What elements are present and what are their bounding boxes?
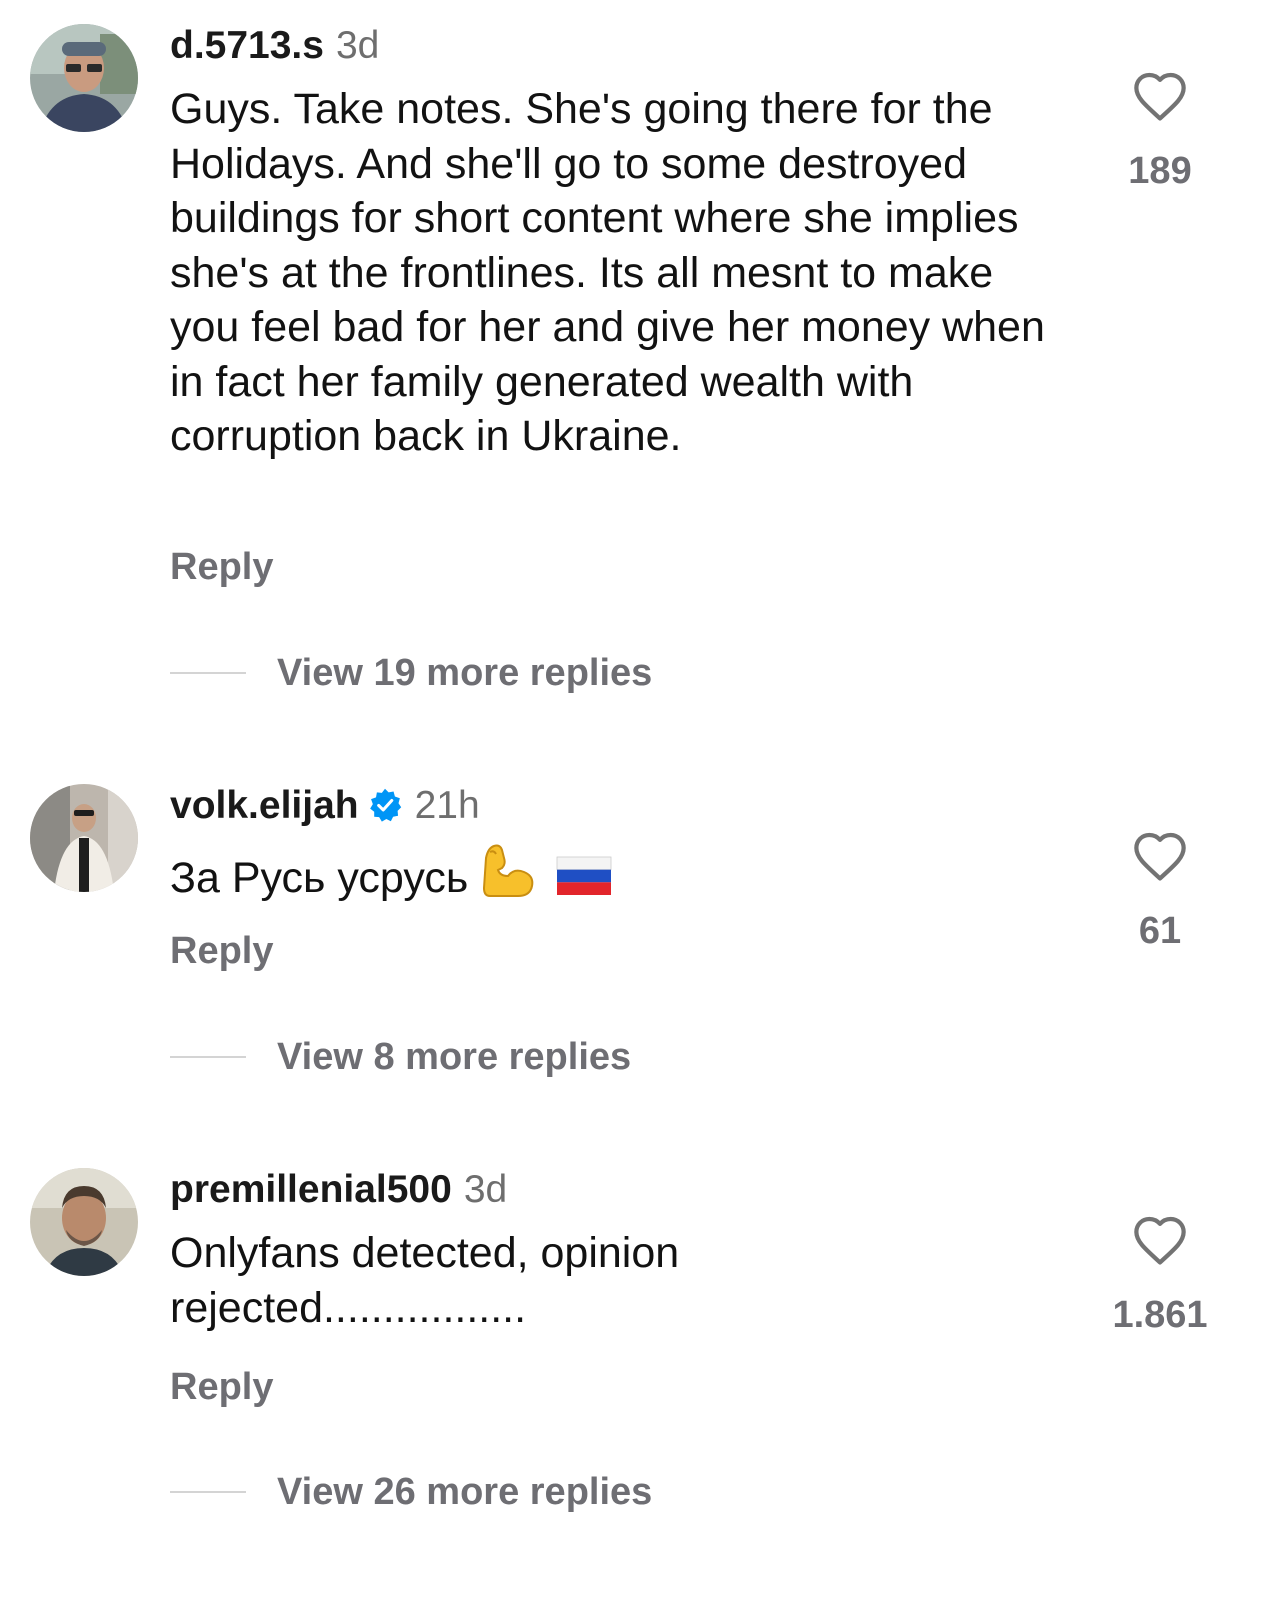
replies-divider [170, 1491, 246, 1493]
heart-outline-icon[interactable] [1131, 1214, 1189, 1266]
comment-meta: d.5713.s 3d [170, 24, 379, 68]
replies-divider [170, 672, 246, 674]
view-more-replies-label: View 8 more replies [277, 1036, 632, 1078]
comment-meta: premillenial500 3d [170, 1168, 507, 1212]
avatar-image [30, 1168, 138, 1276]
avatar[interactable] [30, 24, 138, 132]
view-more-replies-label: View 19 more replies [277, 652, 653, 694]
reply-button[interactable]: Reply [170, 546, 273, 589]
replies-divider [170, 1056, 246, 1058]
avatar[interactable] [30, 1168, 138, 1276]
like-count: 61 [1138, 910, 1182, 952]
view-more-replies-label: View 26 more replies [277, 1471, 653, 1513]
heart-outline-icon[interactable] [1131, 830, 1189, 882]
avatar[interactable] [30, 784, 138, 892]
username[interactable]: d.5713.s [170, 24, 324, 67]
flexed-biceps-icon [483, 844, 534, 897]
comment-meta: volk.elijah 21h [170, 784, 480, 828]
heart-outline-icon[interactable] [1131, 70, 1189, 122]
username[interactable]: premillenial500 [170, 1168, 452, 1211]
like-count: 1.861 [1112, 1294, 1208, 1336]
comment-text: За Русь усрусь [170, 854, 469, 902]
reply-button[interactable]: Reply [170, 1366, 273, 1409]
like-control: 189 [1108, 70, 1212, 193]
reply-button[interactable]: Reply [170, 930, 273, 973]
timestamp: 3d [335, 24, 380, 67]
comment-text: Onlyfans detected, opinion rejected.....… [170, 1229, 680, 1332]
timestamp: 21h [414, 784, 480, 827]
comment-text: Guys. Take notes. She's going there for … [170, 85, 1045, 460]
avatar-image [30, 24, 138, 132]
username[interactable]: volk.elijah [170, 784, 359, 827]
like-control: 61 [1108, 830, 1212, 953]
like-control: 1.861 [1108, 1214, 1212, 1337]
verified-badge-icon [369, 788, 401, 822]
comment-text-row: За Русь усрусь [170, 842, 1070, 906]
flag-russia-icon [556, 856, 612, 895]
timestamp: 3d [463, 1168, 508, 1211]
avatar-image [30, 784, 138, 892]
like-count: 189 [1128, 150, 1192, 192]
